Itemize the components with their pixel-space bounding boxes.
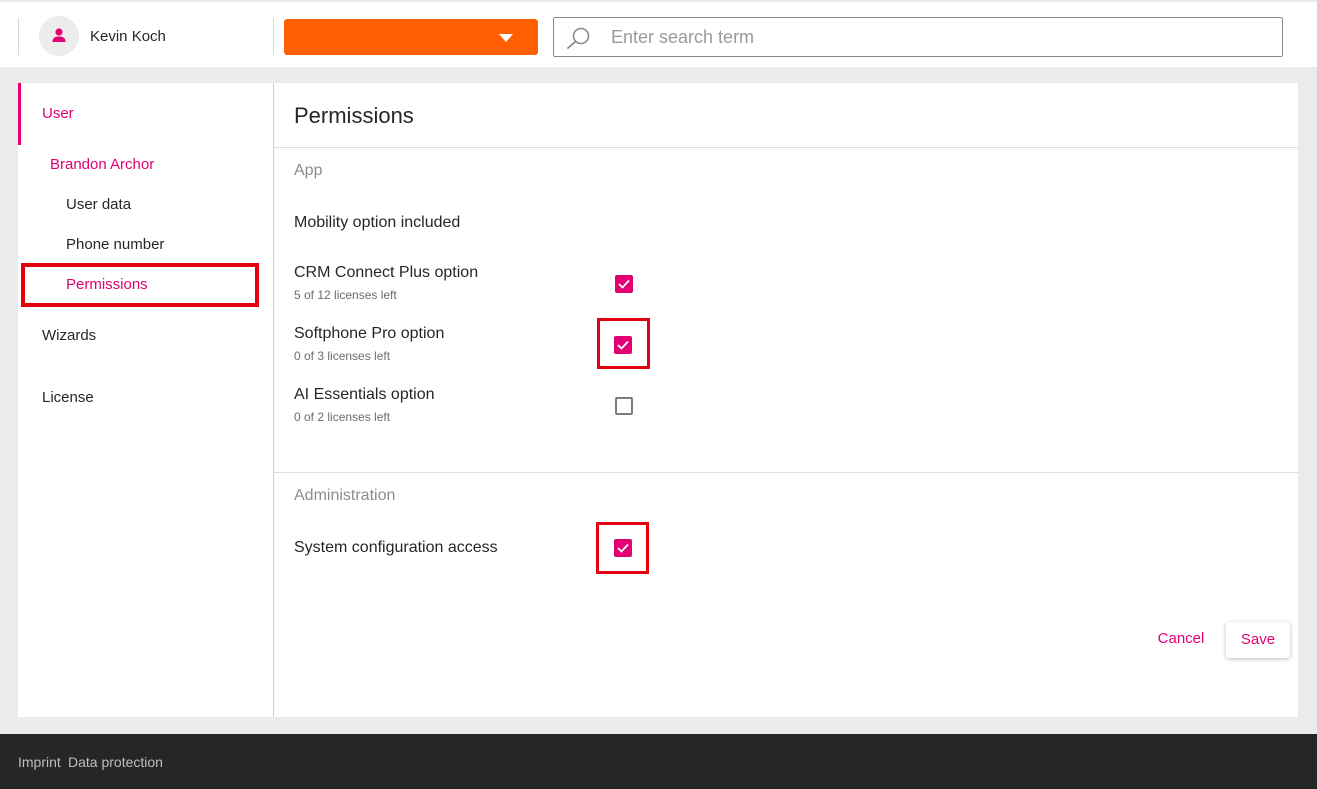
search-icon — [567, 27, 590, 49]
sidebar-item-user-data[interactable]: User data — [66, 196, 131, 213]
license-count: 0 of 3 licenses left — [294, 349, 391, 363]
sidebar-nav: User Brandon Archor User data Phone numb… — [18, 83, 273, 717]
search-input[interactable] — [611, 22, 1261, 52]
section-title-administration: Administration — [294, 487, 396, 504]
footer: Imprint Data protection — [0, 734, 1317, 789]
header-divider — [18, 18, 19, 55]
cancel-button[interactable]: Cancel — [1146, 623, 1216, 655]
person-icon — [52, 28, 66, 42]
option-label: CRM Connect Plus option — [294, 264, 479, 281]
permissions-panel: Permissions App Mobility option included… — [273, 83, 1299, 717]
section-title-app: App — [294, 162, 323, 179]
sidebar-item-selected-user[interactable]: Brandon Archor — [50, 156, 154, 173]
checkmark-icon — [617, 543, 629, 553]
option-label: AI Essentials option — [294, 386, 435, 403]
crm-connect-plus-checkbox[interactable] — [615, 275, 633, 293]
page-title: Permissions — [294, 103, 414, 128]
footer-link-data-protection[interactable]: Data protection — [68, 754, 163, 770]
sidebar-item-phone-number[interactable]: Phone number — [66, 236, 164, 253]
checkmark-icon — [618, 279, 630, 289]
license-count: 0 of 2 licenses left — [294, 410, 391, 424]
system-configuration-checkbox[interactable] — [614, 539, 632, 557]
divider — [274, 147, 1299, 148]
sidebar-item-license[interactable]: License — [42, 389, 94, 406]
top-bar: Kevin Koch — [0, 0, 1317, 67]
header-divider — [273, 18, 274, 55]
softphone-pro-checkbox[interactable] — [614, 336, 632, 354]
option-label: Softphone Pro option — [294, 325, 445, 342]
user-avatar[interactable] — [39, 16, 79, 56]
option-label: System configuration access — [294, 539, 498, 556]
active-indicator — [18, 83, 21, 145]
save-button[interactable]: Save — [1226, 622, 1290, 658]
divider — [274, 472, 1299, 473]
ai-essentials-checkbox[interactable] — [615, 397, 633, 415]
search-box[interactable] — [553, 17, 1283, 57]
checkmark-icon — [617, 340, 629, 350]
sidebar-item-wizards[interactable]: Wizards — [42, 327, 96, 344]
chevron-down-icon — [499, 34, 513, 42]
sidebar-item-permissions[interactable]: Permissions — [66, 276, 148, 293]
sidebar-item-user[interactable]: User — [42, 105, 74, 122]
footer-link-imprint[interactable]: Imprint — [18, 754, 61, 770]
context-dropdown[interactable] — [284, 19, 538, 55]
user-name[interactable]: Kevin Koch — [90, 28, 166, 45]
license-count: 5 of 12 licenses left — [294, 288, 397, 302]
option-label: Mobility option included — [294, 214, 461, 231]
